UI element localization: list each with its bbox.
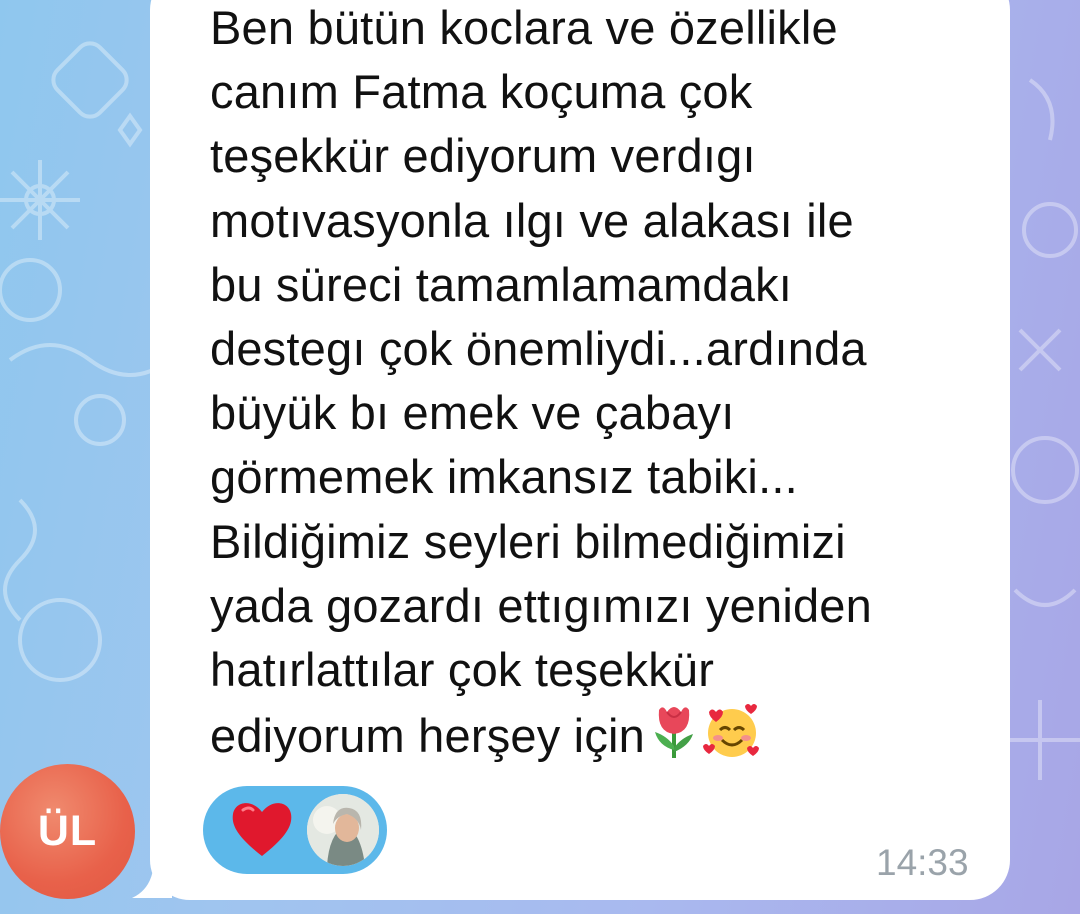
message-line: Bildiğimiz seyleri bilmediğimizi — [210, 514, 846, 568]
message-line: destegı çok önemliydi...ardında — [210, 322, 867, 376]
message-line: Ben bütün koclara ve özellikle — [210, 1, 838, 54]
message-line: hatırlattılar çok teşekkür — [210, 643, 715, 697]
sender-avatar[interactable]: ÜL — [0, 764, 135, 899]
message-line: yada gozardı ettıgımızı yeniden — [210, 578, 872, 632]
message-timestamp: 14:33 — [876, 842, 969, 883]
message-line-last: ediyorum herşey için — [210, 704, 761, 763]
bubble-tail — [132, 858, 172, 898]
reactor-avatar[interactable] — [307, 794, 379, 866]
message-text: Ben bütün koclara ve özellikle canım Fat… — [210, 0, 990, 768]
message-line-last-text: ediyorum herşey için — [210, 709, 646, 763]
message-line: bu süreci tamamlamamdakı — [210, 257, 793, 311]
message-line: teşekkür ediyorum verdıgı — [210, 129, 756, 183]
message-line: canım Fatma koçuma çok — [210, 65, 753, 119]
sender-initials: ÜL — [37, 807, 98, 855]
message-line: görmemek imkansız tabiki... — [210, 450, 798, 504]
message-line: motıvasyonla ılgı ve alakası ile — [210, 193, 854, 247]
red-heart-icon[interactable] — [229, 796, 295, 862]
tulip-emoji-icon — [655, 707, 694, 759]
smiling-face-with-hearts-emoji-icon — [703, 704, 760, 758]
user-photo-icon — [307, 794, 379, 866]
message-line: büyük bı emek ve çabayı — [210, 386, 735, 440]
